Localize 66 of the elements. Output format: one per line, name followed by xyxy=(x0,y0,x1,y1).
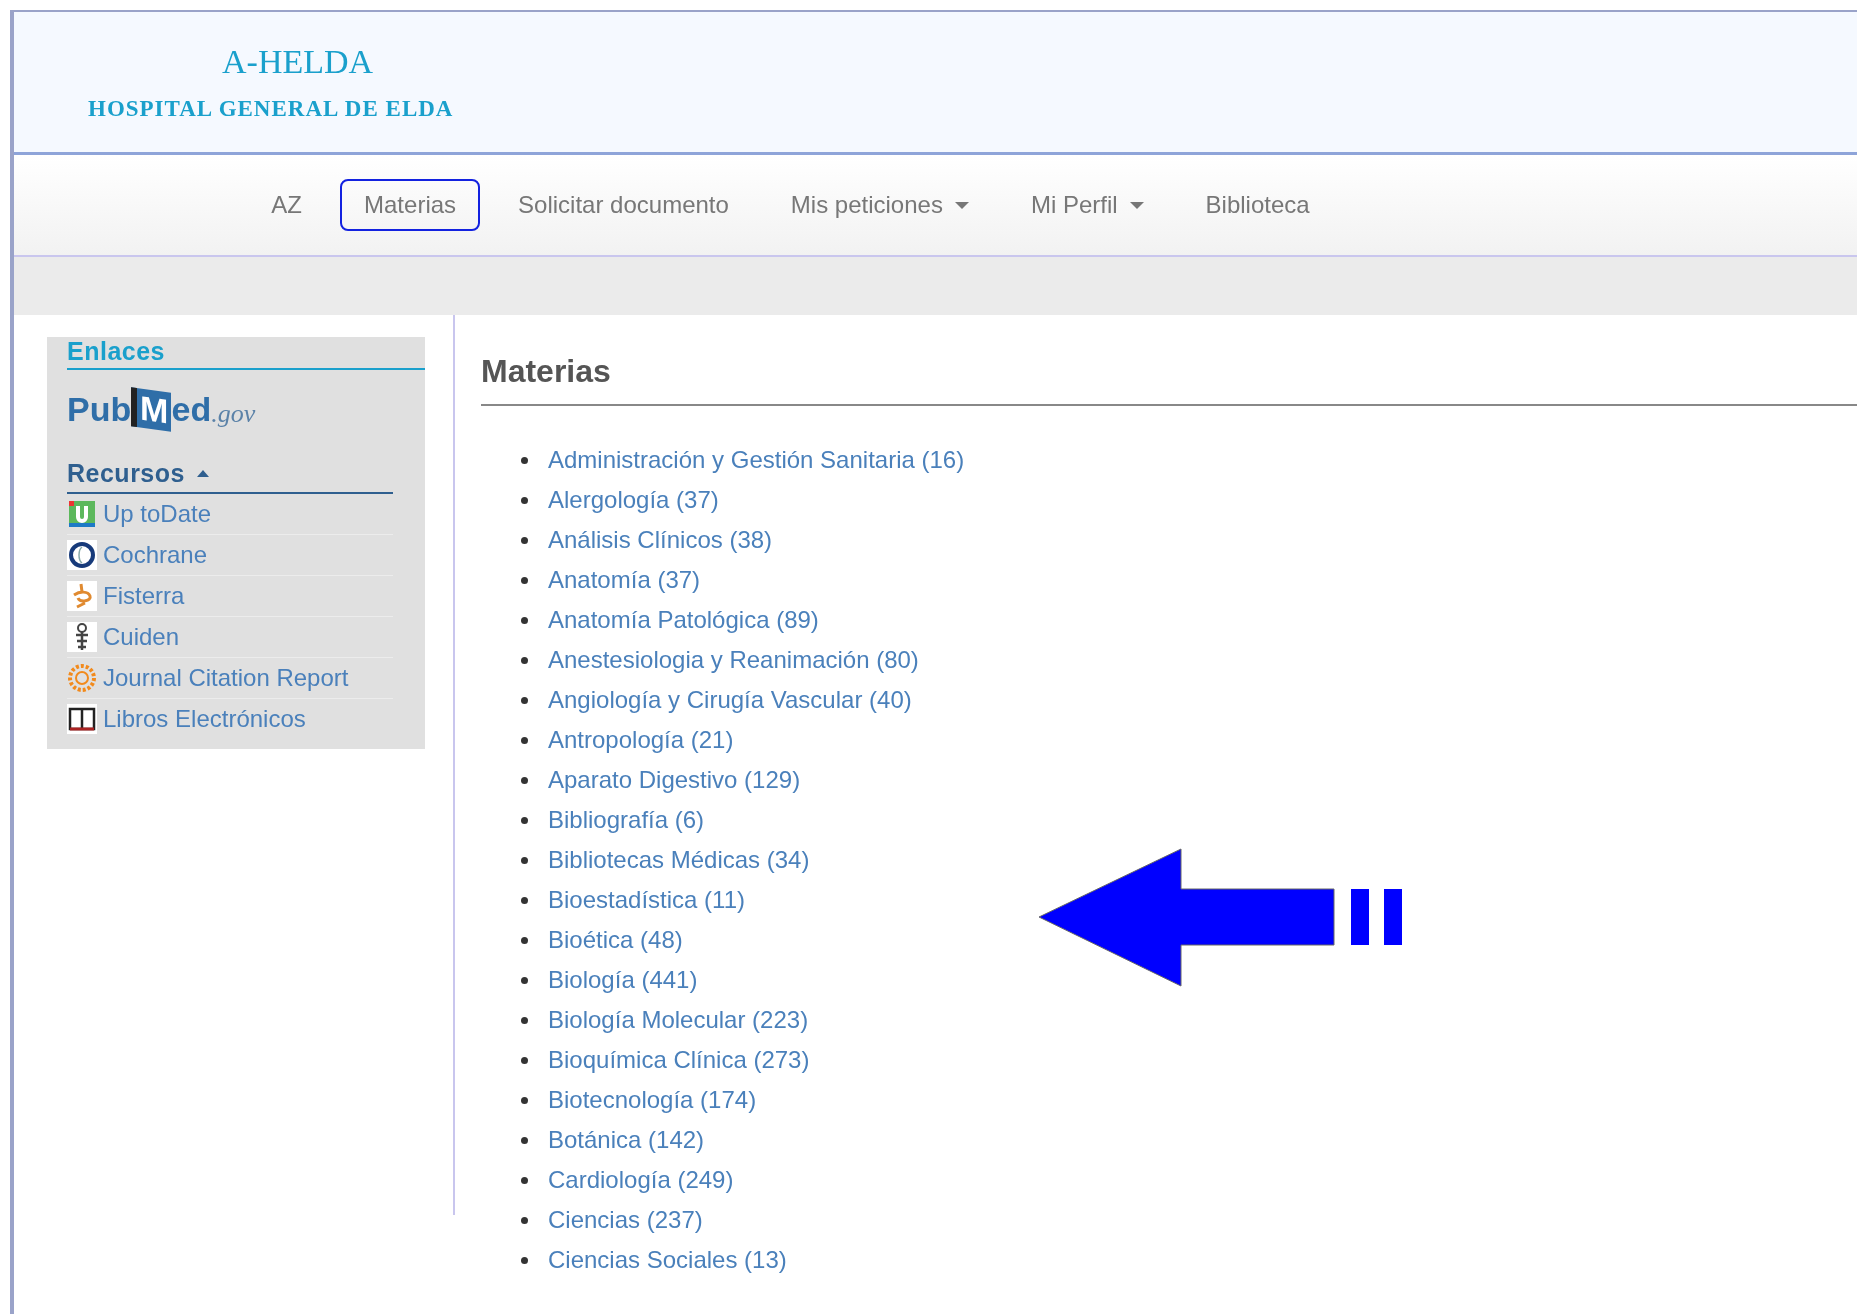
site-subtitle: HOSPITAL GENERAL DE ELDA xyxy=(88,95,454,123)
bullet-icon xyxy=(521,656,528,664)
bullet-icon xyxy=(521,736,528,744)
subject-link[interactable]: Biología (441) xyxy=(548,966,698,994)
bullet-icon xyxy=(521,976,528,984)
subject-link[interactable]: Angiología y Cirugía Vascular (40) xyxy=(548,686,912,714)
bullet-icon xyxy=(521,896,528,904)
subject-link[interactable]: Biología Molecular (223) xyxy=(548,1006,809,1034)
subject-link[interactable]: Bibliografía (6) xyxy=(548,806,705,834)
bullet-icon xyxy=(521,816,528,824)
bullet-icon xyxy=(521,1256,528,1264)
subject-link[interactable]: Cardiología (249) xyxy=(548,1166,734,1194)
resource-link[interactable]: Journal Citation Report xyxy=(103,663,383,693)
bullet-icon xyxy=(521,936,528,944)
subject-link[interactable]: Bioética (48) xyxy=(548,926,683,954)
bullet-icon xyxy=(521,1016,528,1024)
book-icon xyxy=(67,704,97,734)
bullet-icon xyxy=(521,1056,528,1064)
resource-link[interactable]: Cochrane xyxy=(103,540,383,570)
pubmed-logo[interactable]: Pub M ed.gov xyxy=(67,390,256,429)
bullet-icon xyxy=(521,1176,528,1184)
bullet-icon xyxy=(521,696,528,704)
subject-link[interactable]: Aparato Digestivo (129) xyxy=(548,766,801,794)
bullet-icon xyxy=(521,456,528,464)
sunburst-icon xyxy=(67,663,97,693)
nav-link[interactable]: Materias xyxy=(340,179,481,231)
subject-link[interactable]: Botánica (142) xyxy=(548,1126,705,1154)
resource-link[interactable]: Libros Electrónicos xyxy=(103,704,383,734)
bullet-icon xyxy=(521,1096,528,1104)
subject-link[interactable]: Anatomía Patológica (89) xyxy=(548,606,819,634)
page-heading: Materias xyxy=(481,353,1857,406)
swirl-icon xyxy=(67,581,97,611)
bullet-icon xyxy=(521,1216,528,1224)
nav-link[interactable]: Biblioteca xyxy=(1181,179,1334,231)
resource-link[interactable]: Cuiden xyxy=(103,622,383,652)
subject-link[interactable]: Alergología (37) xyxy=(548,486,719,514)
bullet-icon xyxy=(521,1136,528,1144)
bullet-icon xyxy=(521,776,528,784)
bullet-icon xyxy=(521,536,528,544)
resource-link[interactable]: Up toDate xyxy=(103,499,383,529)
subject-link[interactable]: Biotecnología (174) xyxy=(548,1086,757,1114)
site-title: A-HELDA xyxy=(222,42,374,82)
links-heading: Enlaces xyxy=(67,337,425,370)
subject-link[interactable]: Administración y Gestión Sanitaria (16) xyxy=(548,446,965,474)
bullet-icon xyxy=(521,496,528,504)
subject-link[interactable]: Ciencias Sociales (13) xyxy=(548,1246,787,1274)
subject-link[interactable]: Bioquímica Clínica (273) xyxy=(548,1046,810,1074)
bullet-icon xyxy=(521,616,528,624)
nav-link[interactable]: Solicitar documento xyxy=(494,179,753,231)
nav-link[interactable]: Mi Perfil xyxy=(1006,179,1168,231)
subject-link[interactable]: Antropología (21) xyxy=(548,726,734,754)
resource-link[interactable]: Fisterra xyxy=(103,581,383,611)
subject-link[interactable]: Bibliotecas Médicas (34) xyxy=(548,846,810,874)
bullet-icon xyxy=(521,576,528,584)
bullet-icon xyxy=(521,856,528,864)
square-logo-icon xyxy=(67,499,97,529)
ring-icon xyxy=(67,540,97,570)
nav-link[interactable]: Mis peticiones xyxy=(766,179,993,231)
subject-link[interactable]: Ciencias (237) xyxy=(548,1206,703,1234)
subject-link[interactable]: Anestesiologia y Reanimación (80) xyxy=(548,646,919,674)
subject-link[interactable]: Bioestadística (11) xyxy=(548,886,745,914)
figure-icon xyxy=(67,622,97,652)
resources-heading[interactable]: Recursos xyxy=(67,459,393,494)
subject-link[interactable]: Análisis Clínicos (38) xyxy=(548,526,773,554)
nav-link[interactable]: AZ xyxy=(247,179,327,231)
subject-link[interactable]: Anatomía (37) xyxy=(548,566,701,594)
